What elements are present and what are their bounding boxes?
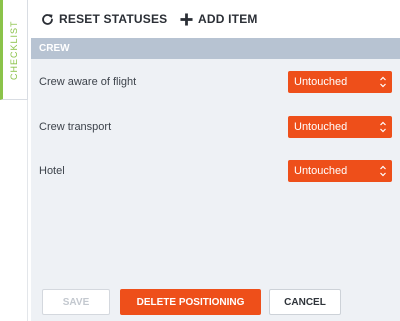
delete-positioning-label: DELETE POSITIONING	[136, 296, 245, 308]
checklist-panel: RESET STATUSES ADD ITEM CREW Crew aware …	[31, 0, 400, 321]
checklist-tab[interactable]: CHECKLIST	[0, 0, 28, 100]
side-strip	[0, 100, 28, 321]
status-select[interactable]: Untouched	[288, 71, 392, 93]
save-button[interactable]: SAVE	[42, 289, 110, 315]
delete-positioning-button[interactable]: DELETE POSITIONING	[120, 289, 261, 315]
section-header-crew: CREW	[31, 38, 400, 59]
status-value: Untouched	[294, 76, 348, 88]
item-label: Crew transport	[39, 121, 112, 133]
cancel-label: CANCEL	[284, 296, 326, 308]
item-label: Hotel	[39, 165, 65, 177]
status-value: Untouched	[294, 165, 348, 177]
refresh-icon	[42, 13, 53, 25]
checklist-row: Hotel Untouched	[39, 158, 392, 184]
status-select[interactable]: Untouched	[288, 116, 392, 138]
status-value: Untouched	[294, 121, 348, 133]
checklist-row: Crew transport Untouched	[39, 114, 392, 140]
item-label: Crew aware of flight	[39, 76, 137, 88]
status-select[interactable]: Untouched	[288, 160, 392, 182]
toolbar: RESET STATUSES ADD ITEM	[31, 0, 400, 40]
updown-chevron-icon	[380, 165, 386, 177]
checklist-row: Crew aware of flight Untouched	[39, 69, 392, 95]
updown-chevron-icon	[380, 76, 386, 88]
cancel-button[interactable]: CANCEL	[269, 289, 341, 315]
plus-icon	[180, 12, 193, 26]
add-item-button[interactable]: ADD ITEM	[180, 12, 258, 26]
save-label: SAVE	[62, 296, 90, 308]
reset-statuses-button[interactable]: RESET STATUSES	[41, 12, 167, 26]
reset-statuses-label: RESET STATUSES	[59, 12, 168, 26]
updown-chevron-icon	[380, 121, 386, 133]
add-item-label: ADD ITEM	[198, 12, 258, 26]
checklist-tab-label: CHECKLIST	[9, 20, 19, 80]
